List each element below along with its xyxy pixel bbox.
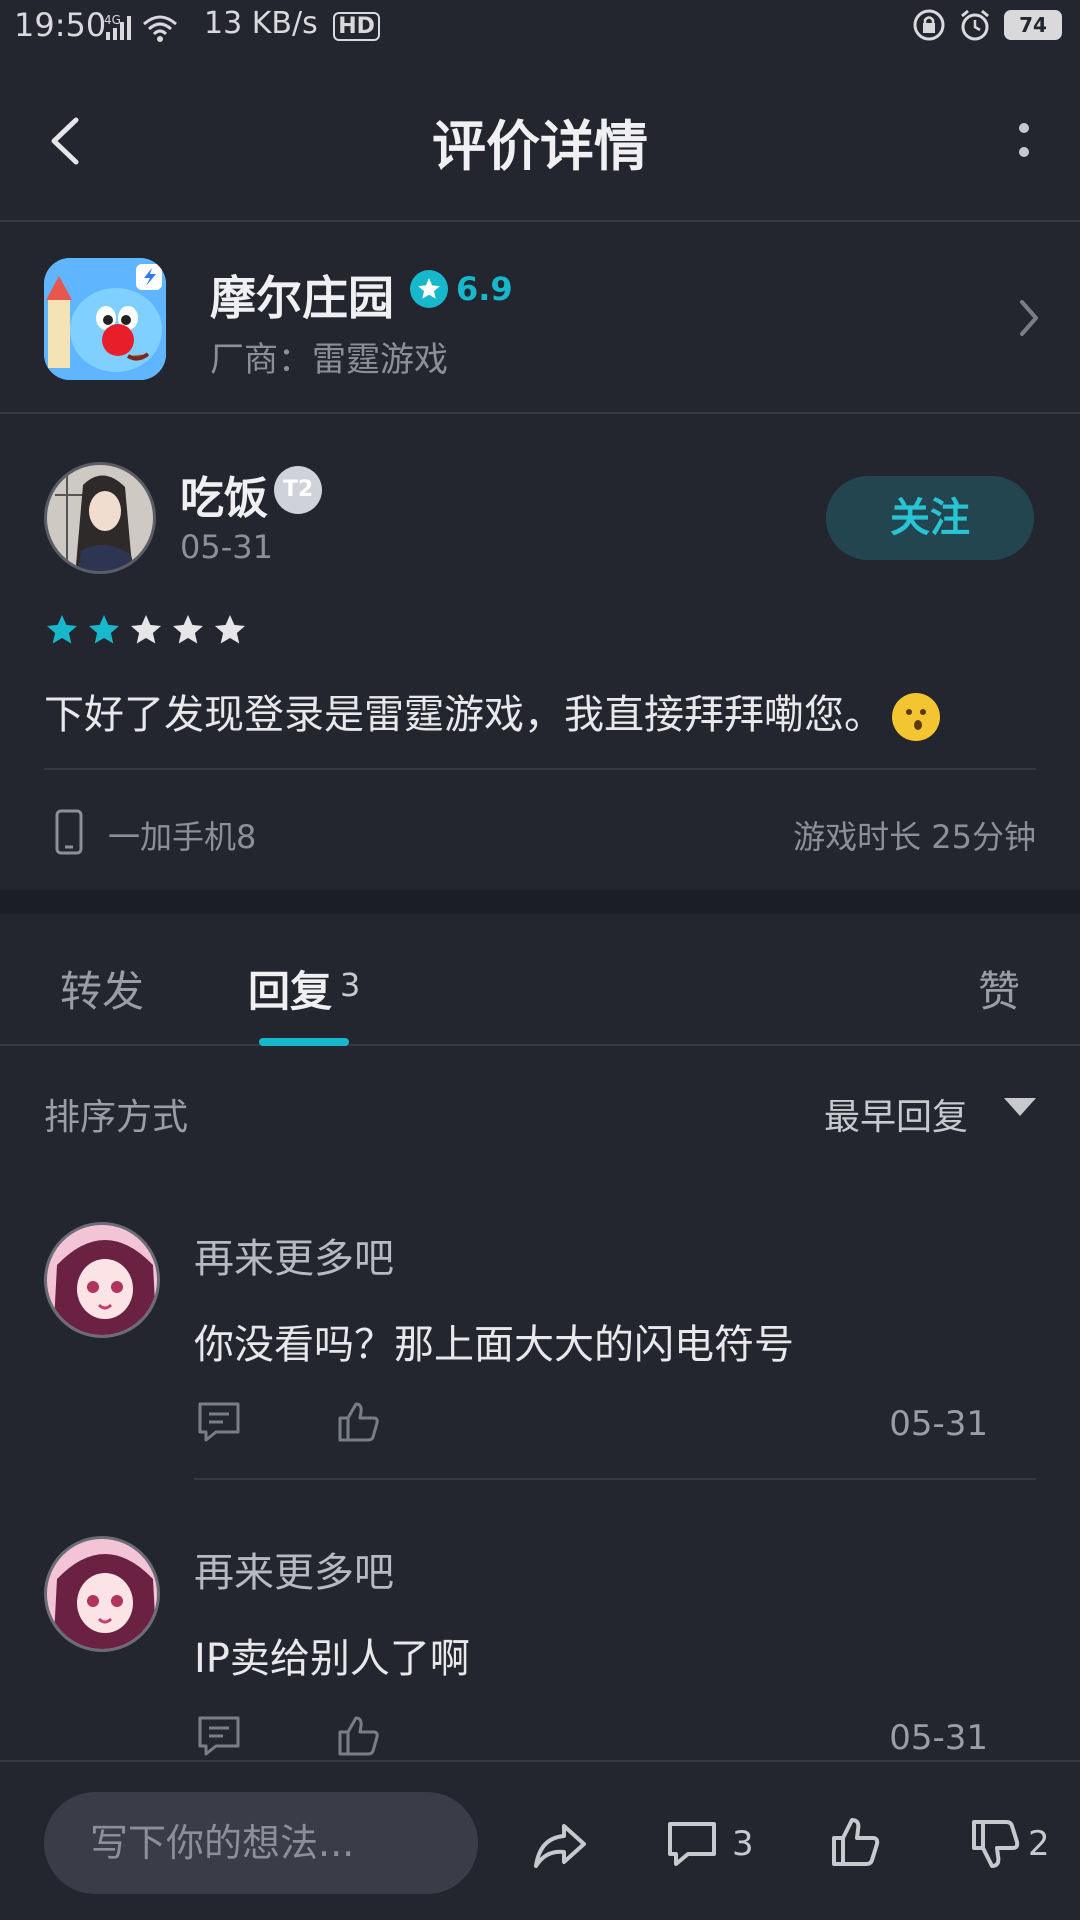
- game-card[interactable]: 摩尔庄园 6.9 厂商：雷霆游戏: [0, 224, 1080, 414]
- star-filled-icon: [89, 615, 119, 644]
- reply-text: 你没看吗？那上面大大的闪电符号: [194, 1322, 794, 1368]
- game-rating: 6.9: [410, 270, 513, 308]
- comment-icon[interactable]: [196, 1400, 242, 1444]
- level-badge: T2: [274, 466, 322, 514]
- dislike-count: 2: [1028, 1824, 1050, 1864]
- comment-count: 3: [732, 1824, 754, 1864]
- reply-text: IP卖给别人了啊: [194, 1636, 470, 1682]
- reply-author[interactable]: 再来更多吧: [194, 1226, 394, 1284]
- reply-author[interactable]: 再来更多吧: [194, 1540, 394, 1598]
- svg-text:4G: 4G: [104, 13, 121, 27]
- thumbs-down-icon[interactable]: [970, 1818, 1022, 1870]
- game-app-icon: [44, 258, 166, 380]
- star-rating: [44, 612, 248, 648]
- star-empty-icon: [215, 615, 245, 644]
- header: 评价详情: [0, 56, 1080, 222]
- tab-reply[interactable]: 回复: [248, 958, 332, 1019]
- review-text: 下好了发现登录是雷霆游戏，我直接拜拜嘞您。: [44, 682, 940, 741]
- divider: [44, 768, 1036, 770]
- reply-date: 05-31: [889, 1718, 988, 1758]
- star-empty-icon: [173, 615, 203, 644]
- comment-icon[interactable]: [196, 1714, 242, 1758]
- game-name: 摩尔庄园: [210, 271, 394, 325]
- thumbs-up-icon[interactable]: [830, 1816, 882, 1868]
- share-icon[interactable]: [532, 1820, 588, 1870]
- page-title: 评价详情: [432, 115, 648, 178]
- thumbs-up-icon[interactable]: [336, 1400, 382, 1444]
- tab-reply-count: 3: [340, 966, 361, 1004]
- author-name[interactable]: 吃饭: [180, 462, 268, 526]
- star-badge-icon: [410, 270, 448, 308]
- active-tab-indicator: [259, 1038, 349, 1046]
- status-time: 19:50: [14, 6, 107, 44]
- signal-icon: 4G: [104, 10, 196, 50]
- star-filled-icon: [47, 615, 77, 644]
- reply-date: 05-31: [889, 1404, 988, 1444]
- review-date: 05-31: [180, 528, 273, 566]
- more-options-icon[interactable]: [1012, 120, 1036, 160]
- follow-button[interactable]: 关注: [826, 476, 1034, 560]
- tab-forward[interactable]: 转发: [60, 958, 144, 1019]
- sort-label: 排序方式: [44, 1097, 189, 1138]
- battery-indicator: 74: [1004, 10, 1062, 40]
- author-avatar[interactable]: [44, 462, 156, 574]
- reply-avatar[interactable]: [44, 1222, 160, 1338]
- lock-rotation-icon: [913, 9, 945, 41]
- game-vendor: 厂商：雷霆游戏: [210, 340, 448, 380]
- network-speed: 13 KB/s HD: [204, 6, 380, 41]
- tabs-divider: [0, 1044, 1080, 1046]
- star-empty-icon: [131, 615, 161, 644]
- comment-input[interactable]: 写下你的想法...: [44, 1792, 478, 1894]
- phone-icon: [55, 809, 83, 855]
- comment-icon[interactable]: [666, 1818, 718, 1870]
- reply-avatar[interactable]: [44, 1536, 160, 1652]
- tab-like[interactable]: 赞: [978, 958, 1020, 1019]
- chevron-right-icon: [1020, 300, 1038, 336]
- hd-icon: HD: [333, 12, 380, 41]
- reply-divider: [194, 1478, 1036, 1480]
- rating-value: 6.9: [456, 270, 513, 308]
- hushed-face-emoji-icon: [892, 693, 940, 741]
- thumbs-up-icon[interactable]: [336, 1714, 382, 1758]
- playtime: 游戏时长 25分钟: [793, 818, 1036, 856]
- sort-dropdown[interactable]: 最早回复: [824, 1088, 968, 1140]
- caret-down-icon[interactable]: [1004, 1098, 1036, 1116]
- alarm-icon: [961, 9, 989, 41]
- status-bar: 19:50 4G 13 KB/s HD 74: [0, 0, 1080, 56]
- bottom-action-bar: 写下你的想法... 3 2: [0, 1760, 1080, 1920]
- status-right: 74: [912, 8, 1062, 42]
- device-label: 一加手机8: [108, 818, 257, 856]
- section-separator: [0, 890, 1080, 914]
